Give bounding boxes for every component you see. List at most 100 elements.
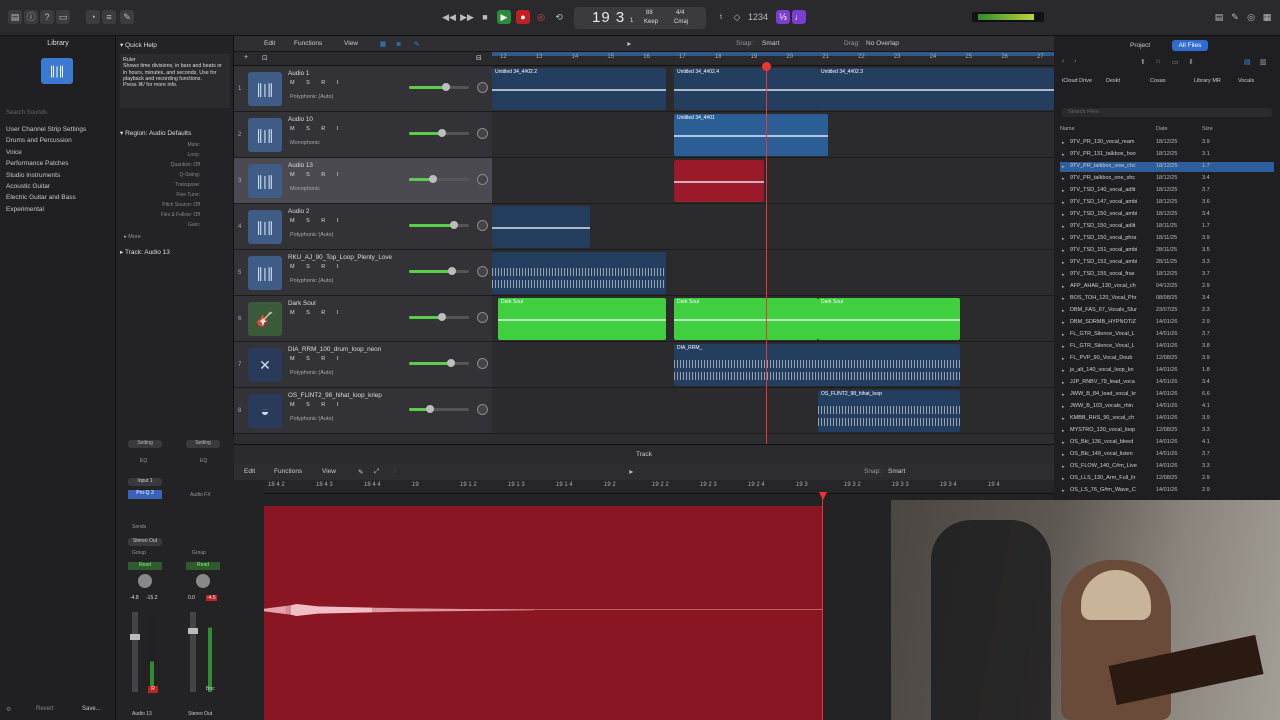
cycle-icon[interactable]: ⟲: [552, 10, 566, 24]
view-list-icon[interactable]: ▤: [1244, 58, 1251, 66]
add-track-icon[interactable]: +: [244, 54, 248, 61]
track-icon[interactable]: ∥|∥: [248, 210, 282, 244]
notes-icon[interactable]: ✎: [1228, 10, 1242, 24]
file-row[interactable]: ▸ FL_GTR_Silence_Vocal_L 14/01/26 3.7: [1060, 330, 1274, 340]
file-search-input[interactable]: Search Files: [1062, 108, 1272, 117]
track-pan-knob[interactable]: [477, 358, 488, 369]
editor-region[interactable]: [264, 506, 822, 720]
catch-icon[interactable]: ▦: [380, 40, 386, 48]
editor-playhead[interactable]: [822, 496, 823, 720]
play-icon[interactable]: ▶: [497, 10, 511, 24]
save-button[interactable]: Save...: [82, 706, 101, 712]
track-pan-knob[interactable]: [477, 312, 488, 323]
region-param[interactable]: Quantize: Off: [130, 162, 200, 168]
loops-icon[interactable]: ◎: [1244, 10, 1258, 24]
track-controls[interactable]: M S R I: [290, 126, 343, 132]
region-param[interactable]: Q-Swing:: [130, 172, 200, 178]
location-item[interactable]: iCloud Drive: [1062, 78, 1092, 84]
file-row[interactable]: ▸ DBM_FAS_67_Vocals_Slur 23/07/25 2.3: [1060, 306, 1274, 316]
region[interactable]: [492, 206, 590, 248]
file-row[interactable]: ▸ OS_Bki_136_vocal_bleed 14/01/26 4.1: [1060, 438, 1274, 448]
track-name[interactable]: RKU_AJ_90_Top_Loop_Plenty_Love: [288, 254, 392, 261]
list-editors-icon[interactable]: ▤: [1212, 10, 1226, 24]
setting-button-2[interactable]: Setting: [186, 440, 220, 448]
region[interactable]: Untitled 34_4#02.3: [818, 68, 1054, 110]
editor-snap-dropdown[interactable]: Smart: [888, 468, 905, 475]
region[interactable]: Untitled 34_4#02.4: [674, 68, 818, 110]
forward-icon[interactable]: ›: [1074, 58, 1076, 65]
bounce-label[interactable]: Bnc: [206, 686, 215, 692]
view-columns-icon[interactable]: ▥: [1260, 58, 1267, 66]
count-in-icon[interactable]: 1234: [748, 10, 768, 24]
file-row[interactable]: ▸ MYSTRO_130_vocal_loop 12/08/25 3.3: [1060, 426, 1274, 436]
library-category[interactable]: User Channel Strip Settings: [6, 126, 86, 133]
pan-knob-1[interactable]: [138, 574, 152, 588]
library-category[interactable]: Acoustic Guitar: [6, 183, 50, 190]
library-category[interactable]: Electric Guitar and Bass: [6, 194, 76, 201]
file-row[interactable]: ▸ OS_Bki_149_vocal_listen 14/01/26 3.7: [1060, 450, 1274, 460]
editors-icon[interactable]: ✎: [120, 10, 134, 24]
volume-fader-1[interactable]: [130, 612, 140, 692]
region[interactable]: Dark Soul: [818, 298, 960, 340]
stop-icon[interactable]: ■: [478, 10, 492, 24]
download-icon[interactable]: ⬇: [1188, 58, 1194, 66]
track-icon[interactable]: ∥|∥: [248, 164, 282, 198]
track-volume-fader[interactable]: [409, 405, 469, 413]
file-row[interactable]: ▸ 9TV_TSD_150_vocal_ambi 18/12/25 3.4: [1060, 210, 1274, 220]
revert-button[interactable]: Revert: [36, 706, 54, 712]
editor-playhead-handle[interactable]: [819, 492, 827, 500]
folder-icon[interactable]: ▭: [1172, 58, 1179, 66]
file-row[interactable]: ▸ 9TV_TSD_147_vocal_ambi 18/12/25 3.6: [1060, 198, 1274, 208]
track-header[interactable]: 1 ∥|∥ Audio 1 M S R I Polyphonic (Auto): [234, 66, 492, 112]
track-lane[interactable]: [492, 388, 1054, 434]
region[interactable]: [674, 160, 764, 202]
browser-icon[interactable]: ▦: [1260, 10, 1274, 24]
rewind-icon[interactable]: ◀◀: [442, 10, 456, 24]
location-item[interactable]: Vocals: [1238, 78, 1254, 84]
tuner-icon[interactable]: ♮: [714, 10, 728, 24]
playhead-handle[interactable]: [762, 62, 771, 71]
eq-slot-1[interactable]: EQ: [140, 458, 147, 464]
track-pan-knob[interactable]: [477, 128, 488, 139]
pointer-tool-icon[interactable]: ➤: [626, 40, 631, 48]
region-param[interactable]: Transpose:: [130, 182, 200, 188]
track-pan-knob[interactable]: [477, 82, 488, 93]
mixer-icon[interactable]: ≡: [102, 10, 116, 24]
file-row[interactable]: ▸ je_alt_140_vocal_loop_kn 14/01/26 1.8: [1060, 366, 1274, 376]
location-item[interactable]: Deskt: [1106, 78, 1120, 84]
file-row[interactable]: ▸ OS_LS_76_G#m_Wave_C 14/01/26 2.9: [1060, 486, 1274, 496]
editor-pencil-icon[interactable]: ✎: [358, 468, 363, 476]
library-category[interactable]: Studio Instruments: [6, 172, 60, 179]
output-slot[interactable]: Stereo Out: [128, 538, 162, 546]
track-controls[interactable]: M S R I: [290, 402, 343, 408]
region[interactable]: Untitled 34_4#02.2: [492, 68, 666, 110]
group-slot-2[interactable]: Group: [192, 550, 206, 556]
record-enable-small[interactable]: R: [148, 686, 158, 693]
track-volume-fader[interactable]: [409, 175, 469, 183]
file-row[interactable]: ▸ 9TV_TSD_151_vocal_ambi 28/11/25 3.5: [1060, 246, 1274, 256]
col-size-header[interactable]: Size: [1202, 126, 1213, 132]
settings-gear-icon[interactable]: ⚙: [6, 706, 11, 713]
region[interactable]: Dark Soul: [674, 298, 818, 340]
file-row[interactable]: ▸ AFP_AHAE_130_vocal_ch 04/12/25 2.9: [1060, 282, 1274, 292]
track-controls[interactable]: M S R I: [290, 172, 343, 178]
track-pan-knob[interactable]: [477, 174, 488, 185]
track-name[interactable]: DIA_RRM_100_drum_loop_neon: [288, 346, 381, 353]
setting-button-1[interactable]: Setting: [128, 440, 162, 448]
capture-record-icon[interactable]: ◎: [534, 10, 548, 24]
file-row[interactable]: ▸ 9TV_TSD_150_vocal_adlit 18/11/25 1.7: [1060, 222, 1274, 232]
track-controls[interactable]: M S R I: [290, 356, 343, 362]
track-header[interactable]: 3 ∥|∥ Audio 13 M S R I Monophonic: [234, 158, 492, 204]
file-row[interactable]: ▸ 9TV_PR_131_talkbox_hoo 18/12/25 3.1: [1060, 150, 1274, 160]
file-row[interactable]: ▸ 9TV_PR_130_vocal_ream 18/12/25 3.9: [1060, 138, 1274, 148]
edit-menu[interactable]: Edit: [264, 40, 275, 47]
group-slot-1[interactable]: Group: [132, 550, 146, 556]
region[interactable]: [492, 252, 666, 294]
track-volume-fader[interactable]: [409, 129, 469, 137]
track-volume-fader[interactable]: [409, 83, 469, 91]
file-row[interactable]: ▸ 9TV_PR_talkbox_vow_chc 18/12/25 1.7: [1060, 162, 1274, 172]
region-param[interactable]: Gain:: [130, 222, 200, 228]
library-category[interactable]: Voice: [6, 149, 22, 156]
editor-catch-icon[interactable]: ⫶: [394, 468, 396, 476]
file-row[interactable]: ▸ 9TV_TSD_155_vocal_fras 18/12/25 3.7: [1060, 270, 1274, 280]
